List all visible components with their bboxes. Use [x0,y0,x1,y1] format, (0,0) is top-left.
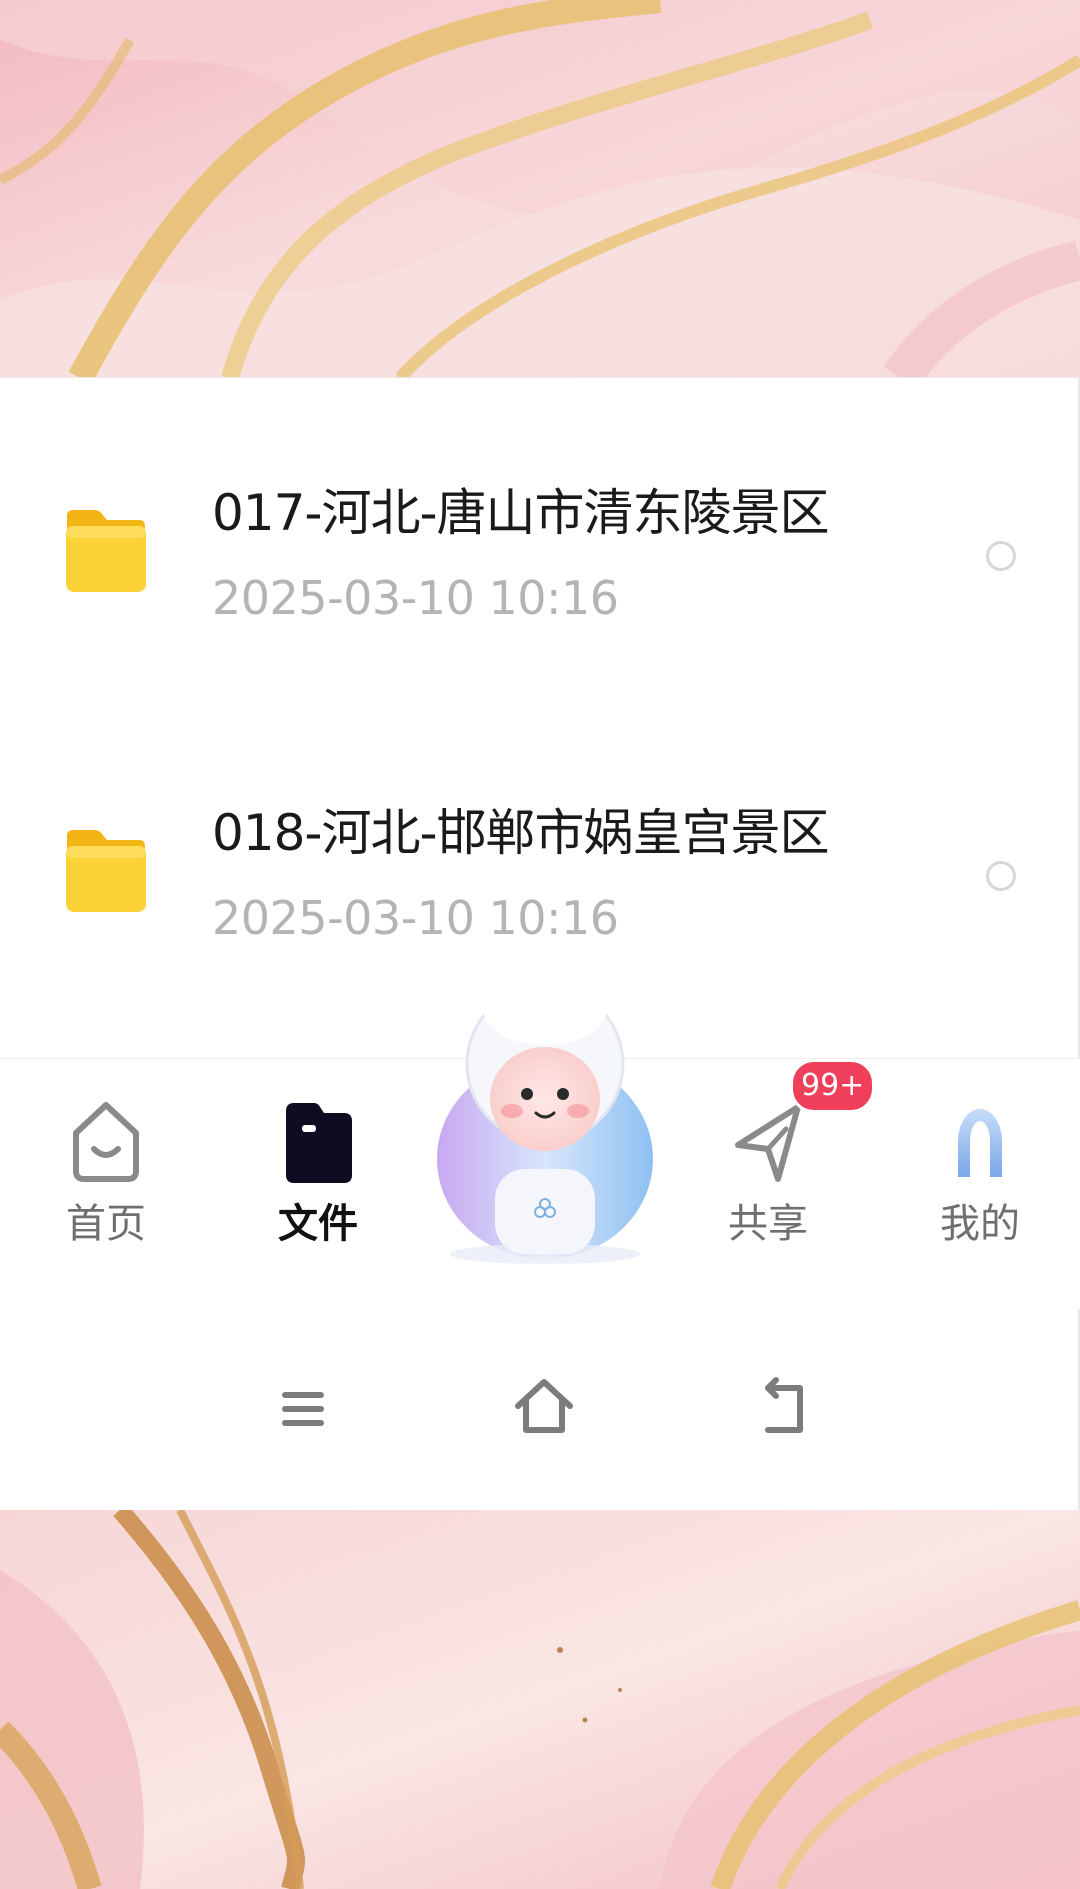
tab-mine-label: 我的 [940,1201,1020,1247]
system-navigation-bar [0,1338,1080,1488]
bottom-tab-bar: 首页 文件 共享 99+ 我的 [0,973,1080,1309]
background-marble-bottom [0,1510,1080,1889]
tab-share-label: 共享 [728,1201,808,1247]
file-name: 018-河北-邯郸市娲皇宫景区 [212,804,830,862]
send-icon [735,1104,801,1182]
select-radio[interactable] [986,861,1016,891]
file-date: 2025-03-10 10:16 [212,891,619,945]
back-icon[interactable] [746,1368,826,1448]
profile-icon [958,1109,1002,1177]
file-browser-screen: 017-河北-唐山市清东陵景区 2025-03-10 10:16 018-河北-… [0,378,1080,1510]
tab-files-label: 文件 [278,1201,358,1247]
notification-badge: 99+ [790,1059,876,1113]
file-list-item[interactable]: 017-河北-唐山市清东陵景区 2025-03-10 10:16 [0,478,1080,708]
select-radio[interactable] [986,541,1016,571]
home-icon [73,1102,139,1182]
tab-mine[interactable]: 我的 [900,1059,1060,1309]
folder-icon [66,510,146,592]
background-marble-top [0,0,1080,378]
ai-assistant-mascot-button[interactable] [430,969,660,1269]
tab-home-label: 首页 [66,1201,146,1247]
file-name: 017-河北-唐山市清东陵景区 [212,484,830,542]
folder-icon [66,830,146,912]
file-icon [286,1103,352,1183]
home-icon[interactable] [504,1368,584,1448]
tab-files[interactable]: 文件 [238,1059,398,1309]
tab-home[interactable]: 首页 [26,1059,186,1309]
menu-icon[interactable] [262,1368,342,1448]
file-date: 2025-03-10 10:16 [212,571,619,625]
